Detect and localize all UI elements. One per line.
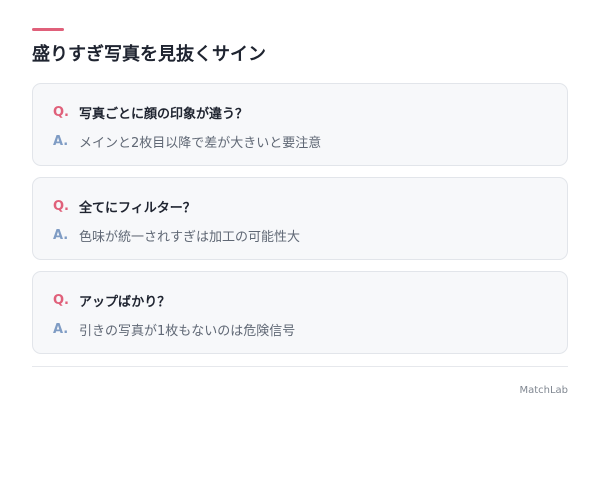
answer-marker: A. (53, 133, 69, 149)
answer-row: A. メインと2枚目以降で差が大きいと要注意 (53, 131, 567, 151)
question-row: Q. 全てにフィルター？ (53, 196, 567, 216)
question-marker: Q. (53, 104, 69, 120)
question-text: 写真ごとに顔の印象が違う？ (79, 106, 249, 122)
brand-label: MatchLab (519, 385, 568, 396)
answer-text: 色味が統一されすぎは加工の可能性大 (79, 229, 301, 245)
qa-card: Q. アップばかり？ A. 引きの写真が1枚もないのは危険信号 (32, 271, 568, 354)
answer-marker: A. (53, 321, 69, 337)
qa-card: Q. 全てにフィルター？ A. 色味が統一されすぎは加工の可能性大 (32, 177, 568, 260)
question-text: アップばかり？ (79, 294, 171, 310)
qa-list: Q. 写真ごとに顔の印象が違う？ A. メインと2枚目以降で差が大きいと要注意 … (32, 83, 568, 365)
answer-text: メインと2枚目以降で差が大きいと要注意 (79, 135, 322, 151)
qa-card: Q. 写真ごとに顔の印象が違う？ A. メインと2枚目以降で差が大きいと要注意 (32, 83, 568, 166)
question-row: Q. アップばかり？ (53, 290, 567, 310)
question-marker: Q. (53, 198, 69, 214)
question-row: Q. 写真ごとに顔の印象が違う？ (53, 102, 567, 122)
footer-divider (32, 366, 568, 367)
answer-row: A. 引きの写真が1枚もないのは危険信号 (53, 319, 567, 339)
accent-bar (32, 28, 64, 31)
page-title: 盛りすぎ写真を見抜くサイン (32, 44, 266, 65)
question-marker: Q. (53, 292, 69, 308)
answer-text: 引きの写真が1枚もないのは危険信号 (79, 323, 296, 339)
question-text: 全てにフィルター？ (79, 200, 196, 216)
answer-row: A. 色味が統一されすぎは加工の可能性大 (53, 225, 567, 245)
answer-marker: A. (53, 227, 69, 243)
